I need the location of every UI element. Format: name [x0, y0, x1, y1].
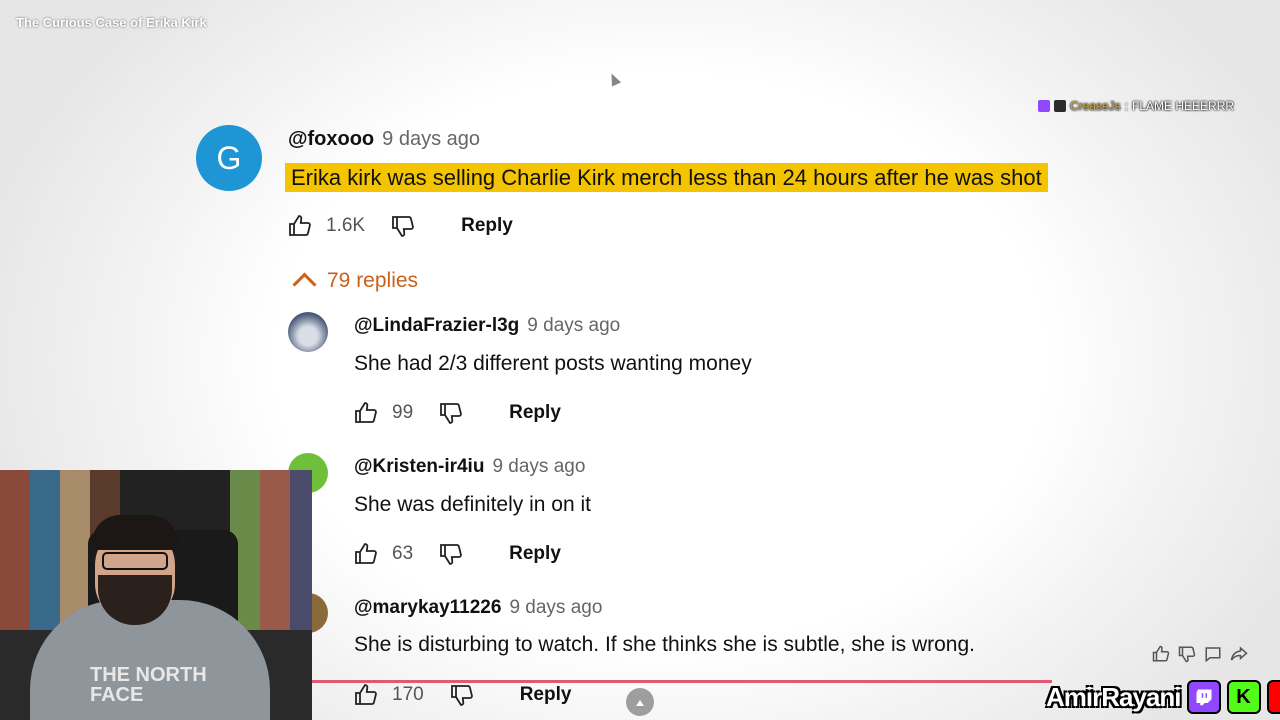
twitch-badge-icon [1038, 100, 1050, 112]
video-title: The Curious Case of Erika Kirk [16, 15, 207, 30]
youtube-icon [1266, 680, 1280, 714]
streamer-name: AmirRayani [1046, 681, 1181, 712]
hoodie-logo-text: THE NORTH FACE [90, 664, 207, 706]
reply-actions: 63 Reply [354, 542, 561, 566]
like-count: 170 [392, 684, 424, 705]
comment-icon[interactable] [1204, 645, 1222, 663]
thumbs-down-icon[interactable] [1178, 645, 1196, 663]
comment-header: @foxooo 9 days ago [288, 128, 480, 151]
webcam-overlay: THE NORTH FACE [0, 470, 312, 720]
streamer-hair [92, 515, 178, 550]
replies-count: 79 replies [327, 268, 419, 292]
reply-button[interactable]: Reply [520, 684, 572, 706]
thumbs-down-icon[interactable] [439, 542, 463, 566]
reply-time: 9 days ago [492, 456, 586, 477]
reply-button[interactable]: Reply [509, 402, 561, 424]
comment-text: Erika kirk was selling Charlie Kirk merc… [285, 163, 1048, 192]
like-count: 99 [392, 402, 414, 423]
replies-toggle[interactable]: 79 replies [292, 268, 419, 297]
reply-header: @marykay11226 9 days ago [354, 597, 602, 619]
reply-text: She had 2/3 different posts wanting mone… [354, 352, 752, 375]
comment-author[interactable]: @foxooo [288, 128, 374, 150]
comment-time: 9 days ago [382, 128, 481, 150]
reply-text: She is disturbing to watch. If she think… [354, 633, 975, 656]
thumbs-down-icon[interactable] [450, 683, 474, 707]
reply-actions: 170 Reply [354, 683, 571, 707]
comment-avatar[interactable]: G [196, 125, 262, 191]
reply-author[interactable]: @marykay11226 [354, 597, 501, 618]
thumbs-up-icon[interactable] [1152, 645, 1170, 663]
thumbs-up-icon[interactable] [354, 401, 378, 425]
thumbs-down-icon[interactable] [439, 401, 463, 425]
reply-button[interactable]: Reply [509, 543, 561, 565]
chat-message: FLAME HEEERRR [1132, 99, 1235, 113]
thumbs-up-icon[interactable] [288, 214, 312, 238]
chat-overlay: CreaseJs : FLAME HEEERRR [1038, 99, 1234, 113]
chat-separator: : [1124, 99, 1129, 113]
progress-line [312, 680, 1052, 683]
reply-actions: 99 Reply [354, 401, 561, 425]
reply-author[interactable]: @LindaFrazier-l3g [354, 315, 519, 336]
comment-actions: 1.6K Reply [288, 214, 513, 238]
glasses [102, 552, 168, 570]
thumbs-up-icon[interactable] [354, 542, 378, 566]
streamer-branding: AmirRayani K [1046, 680, 1280, 714]
reply-header: @LindaFrazier-l3g 9 days ago [354, 315, 620, 337]
thumbs-down-icon[interactable] [391, 214, 415, 238]
reply-time: 9 days ago [509, 597, 603, 618]
reply-time: 9 days ago [527, 315, 621, 336]
reply-header: @Kristen-ir4iu 9 days ago [354, 456, 585, 478]
reply-avatar[interactable] [288, 312, 328, 352]
chevron-up-icon [292, 272, 317, 297]
player-controls [1152, 643, 1270, 665]
like-count: 63 [392, 543, 414, 564]
user-badge-icon [1054, 100, 1066, 112]
twitch-icon [1186, 680, 1221, 714]
share-icon[interactable] [1230, 645, 1248, 663]
reply-author[interactable]: @Kristen-ir4iu [354, 456, 484, 477]
kick-icon: K [1226, 680, 1261, 714]
thumbs-up-icon[interactable] [354, 683, 378, 707]
reply-button[interactable]: Reply [461, 215, 513, 237]
reply-text: She was definitely in on it [354, 493, 591, 516]
chat-username: CreaseJs [1070, 99, 1121, 113]
like-count: 1.6K [326, 215, 366, 236]
scroll-up-button[interactable] [626, 688, 654, 716]
